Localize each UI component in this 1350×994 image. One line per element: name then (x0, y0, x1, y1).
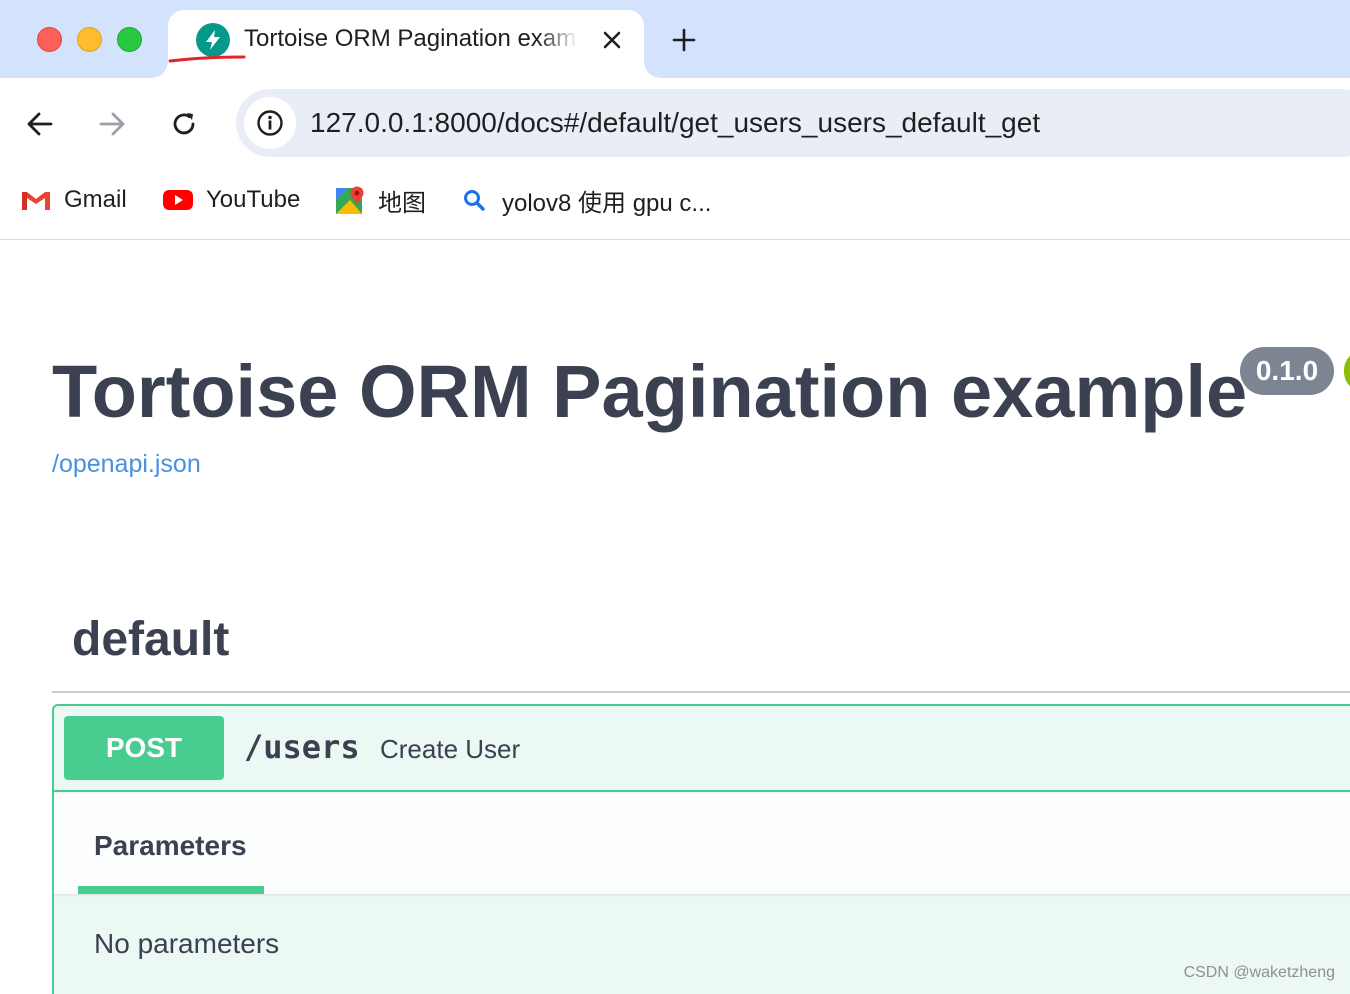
no-parameters-text: No parameters (94, 928, 280, 959)
bookmark-label: Gmail (64, 186, 127, 213)
tab-title: Tortoise ORM Pagination example (244, 25, 578, 52)
bookmark-youtube[interactable]: YouTube (162, 184, 300, 216)
operation-path: /users (244, 728, 360, 766)
tab-strip: Tortoise ORM Pagination example (0, 0, 1350, 78)
tag-divider (52, 691, 1350, 693)
window-minimize-button[interactable] (77, 27, 102, 52)
watermark: CSDN @waketzheng (1183, 964, 1335, 981)
reload-button[interactable] (164, 104, 204, 144)
arrow-right-icon (99, 112, 125, 136)
parameters-header: Parameters (54, 794, 1350, 894)
arrow-left-icon (27, 112, 53, 136)
search-icon (458, 184, 490, 216)
info-icon (257, 110, 283, 136)
window-zoom-button[interactable] (117, 27, 142, 52)
youtube-icon (162, 184, 194, 216)
bookmark-maps[interactable]: 地图 (334, 184, 426, 217)
oas-badge (1344, 350, 1350, 392)
browser-toolbar: 127.0.0.1:8000/docs#/default/get_users_u… (0, 78, 1350, 170)
url-text[interactable]: 127.0.0.1:8000/docs#/default/get_users_u… (310, 106, 1040, 140)
address-bar[interactable]: 127.0.0.1:8000/docs#/default/get_users_u… (236, 89, 1350, 157)
window-close-button[interactable] (37, 27, 62, 52)
bookmark-label: 地图 (378, 189, 426, 217)
version-badge: 0.1.0 (1240, 347, 1334, 395)
bookmark-label: YouTube (206, 186, 301, 213)
site-info-button[interactable] (244, 97, 296, 149)
tab-parameters[interactable]: Parameters (94, 830, 247, 862)
back-button[interactable] (20, 104, 60, 144)
operation-block-post-users: POST /users Create User Parameters No pa… (52, 704, 1350, 994)
method-badge: POST (64, 716, 224, 780)
bookmark-gmail[interactable]: Gmail (20, 184, 127, 216)
tab-active-indicator (78, 886, 264, 894)
operation-summary[interactable]: POST /users Create User (54, 706, 1350, 792)
operation-summary-text: Create User (380, 734, 521, 764)
page-title: Tortoise ORM Pagination example (52, 350, 1248, 433)
close-icon[interactable] (598, 26, 626, 54)
bookmark-search[interactable]: yolov8 使用 gpu c... (458, 184, 712, 217)
reload-icon (173, 113, 195, 135)
tag-section-title[interactable]: default (72, 610, 229, 670)
bookmark-label: yolov8 使用 gpu c... (502, 189, 712, 217)
red-annotation-underline (168, 55, 246, 63)
plus-icon[interactable] (666, 22, 702, 58)
google-maps-icon (334, 184, 366, 216)
gmail-icon (20, 184, 52, 216)
bookmarks-bar: Gmail YouTube 地图 yolov8 使用 gpu c... (0, 170, 1350, 240)
openapi-json-link[interactable]: /openapi.json (52, 450, 201, 479)
forward-button[interactable] (92, 104, 132, 144)
